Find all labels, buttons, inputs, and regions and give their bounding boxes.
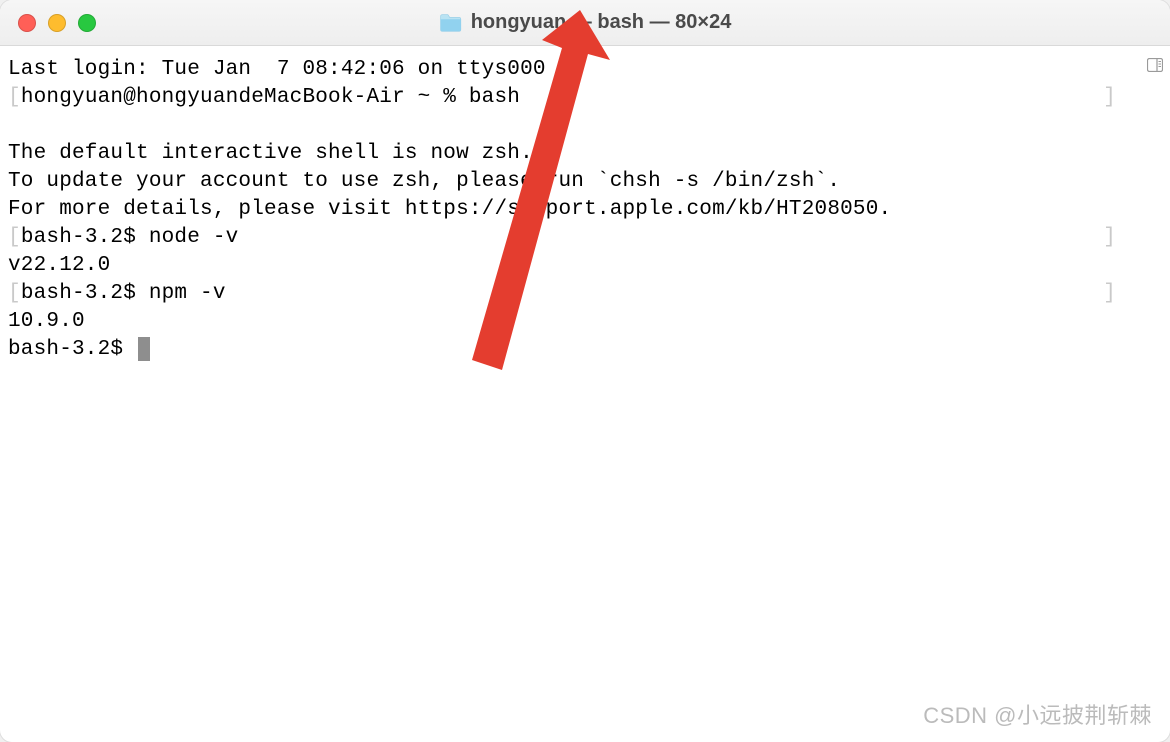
- terminal-line: To update your account to use zsh, pleas…: [8, 168, 1162, 196]
- terminal-body[interactable]: Last login: Tue Jan 7 08:42:06 on ttys00…: [0, 46, 1170, 742]
- terminal-line: [8, 112, 1162, 140]
- minimize-button[interactable]: [48, 14, 66, 32]
- terminal-text: bash-3.2$ node -v: [21, 226, 239, 249]
- terminal-line: Last login: Tue Jan 7 08:42:06 on ttys00…: [8, 56, 1162, 84]
- cursor-icon: [138, 337, 150, 361]
- close-button[interactable]: [18, 14, 36, 32]
- maximize-button[interactable]: [78, 14, 96, 32]
- terminal-text: hongyuan@hongyuandeMacBook-Air ~ % bash: [21, 86, 520, 109]
- bracket-left: [: [8, 282, 21, 305]
- bracket-left: [: [8, 86, 21, 109]
- terminal-line: [bash-3.2$ node -v: [8, 224, 1162, 252]
- terminal-prompt-line[interactable]: bash-3.2$: [8, 336, 1162, 364]
- titlebar[interactable]: hongyuan — bash — 80×24: [0, 0, 1170, 46]
- folder-icon: [439, 13, 463, 33]
- traffic-lights: [0, 14, 96, 32]
- terminal-line: For more details, please visit https://s…: [8, 196, 1162, 224]
- terminal-text: bash-3.2$ npm -v: [21, 282, 226, 305]
- terminal-line: [hongyuan@hongyuandeMacBook-Air ~ % bash: [8, 84, 1162, 112]
- bracket-left: [: [8, 226, 21, 249]
- terminal-line: [bash-3.2$ npm -v: [8, 280, 1162, 308]
- terminal-window: hongyuan — bash — 80×24 Last login: Tue …: [0, 0, 1170, 742]
- terminal-line: v22.12.0: [8, 252, 1162, 280]
- terminal-prompt: bash-3.2$: [8, 338, 136, 361]
- terminal-line: 10.9.0: [8, 308, 1162, 336]
- watermark: CSDN @小远披荆斩棘: [923, 698, 1152, 730]
- window-title: hongyuan — bash — 80×24: [471, 11, 732, 34]
- terminal-line: The default interactive shell is now zsh…: [8, 140, 1162, 168]
- window-title-group: hongyuan — bash — 80×24: [439, 11, 732, 34]
